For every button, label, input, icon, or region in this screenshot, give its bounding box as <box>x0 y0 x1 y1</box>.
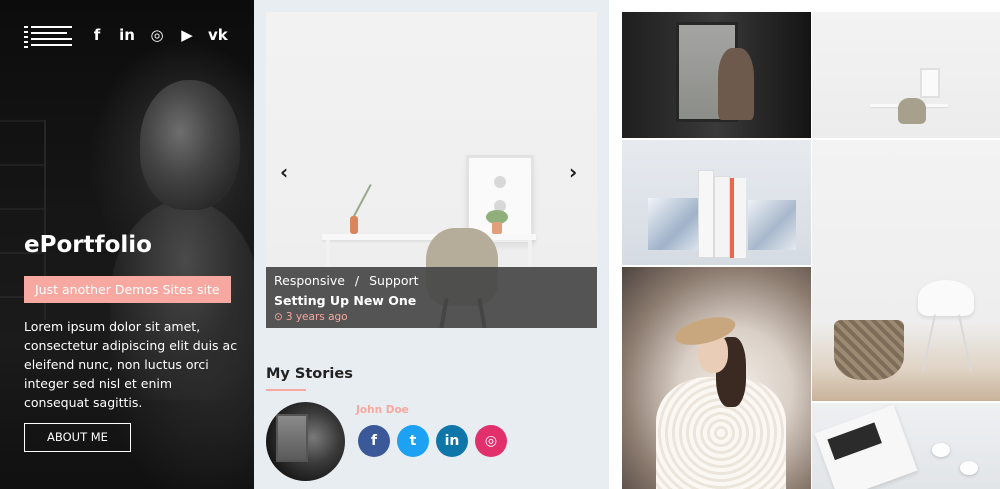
gallery-item-woman-hat[interactable] <box>622 267 811 489</box>
instagram-icon[interactable]: ◎ <box>475 425 507 457</box>
slider-next-icon[interactable]: › <box>569 160 577 184</box>
menu-icon[interactable] <box>24 26 72 48</box>
sidebar-social-links: f in ◎ ▶ vk <box>88 26 228 44</box>
facebook-icon[interactable]: f <box>88 26 106 44</box>
clock-icon: ⊙ <box>274 311 283 323</box>
section-title-my-stories: My Stories <box>266 366 353 382</box>
category-link-responsive[interactable]: Responsive <box>274 273 345 288</box>
twitter-icon[interactable]: t <box>397 425 429 457</box>
vk-icon[interactable]: vk <box>208 26 228 44</box>
slide-image-pot <box>492 222 502 234</box>
gallery-item-books[interactable] <box>622 140 811 265</box>
linkedin-icon[interactable]: in <box>118 26 136 44</box>
slide-caption: Responsive / Support Setting Up New One ⊙ 3… <box>266 267 597 328</box>
linkedin-icon[interactable]: in <box>436 425 468 457</box>
slide-date: ⊙ 3 years ago <box>274 311 589 323</box>
slide-title[interactable]: Setting Up New One <box>274 293 589 308</box>
slider-prev-icon[interactable]: ‹ <box>280 160 288 184</box>
section-underline <box>266 389 306 391</box>
page: f in ◎ ▶ vk ePortfolio Just another Demo… <box>0 0 1000 489</box>
instagram-icon[interactable]: ◎ <box>148 26 166 44</box>
author-avatar[interactable] <box>266 402 345 481</box>
site-title[interactable]: ePortfolio <box>24 232 152 258</box>
slide-image-vase <box>350 216 358 234</box>
main-column: ‹ › Responsive / Support Setting Up New On… <box>254 0 609 489</box>
category-link-support[interactable]: Support <box>369 273 418 288</box>
sidebar-background-portrait-head <box>140 80 240 210</box>
gallery-item-white-chair[interactable] <box>812 140 1000 401</box>
gallery-item-window-portrait[interactable] <box>622 12 811 138</box>
photo-gallery <box>609 0 1000 489</box>
slide-image-desk <box>322 234 536 240</box>
gallery-item-book-earbuds[interactable] <box>812 403 1000 489</box>
sidebar: f in ◎ ▶ vk ePortfolio Just another Demo… <box>0 0 254 489</box>
intro-text: Lorem ipsum dolor sit amet, consectetur … <box>24 319 238 410</box>
about-me-button[interactable]: ABOUT ME <box>24 423 131 452</box>
slide-image-plant <box>352 183 372 219</box>
featured-slider[interactable]: ‹ › Responsive / Support Setting Up New On… <box>266 12 597 328</box>
author-social-links: f t in ◎ <box>358 425 507 457</box>
youtube-icon[interactable]: ▶ <box>178 26 196 44</box>
slide-date-text: 3 years ago <box>285 311 348 323</box>
facebook-icon[interactable]: f <box>358 425 390 457</box>
author-name[interactable]: John Doe <box>356 404 409 416</box>
site-tagline: Just another Demos Sites site <box>24 276 231 303</box>
gallery-item-desk-chair[interactable] <box>812 12 1000 138</box>
category-separator: / <box>354 273 360 288</box>
slide-categories: Responsive / Support <box>274 273 589 288</box>
